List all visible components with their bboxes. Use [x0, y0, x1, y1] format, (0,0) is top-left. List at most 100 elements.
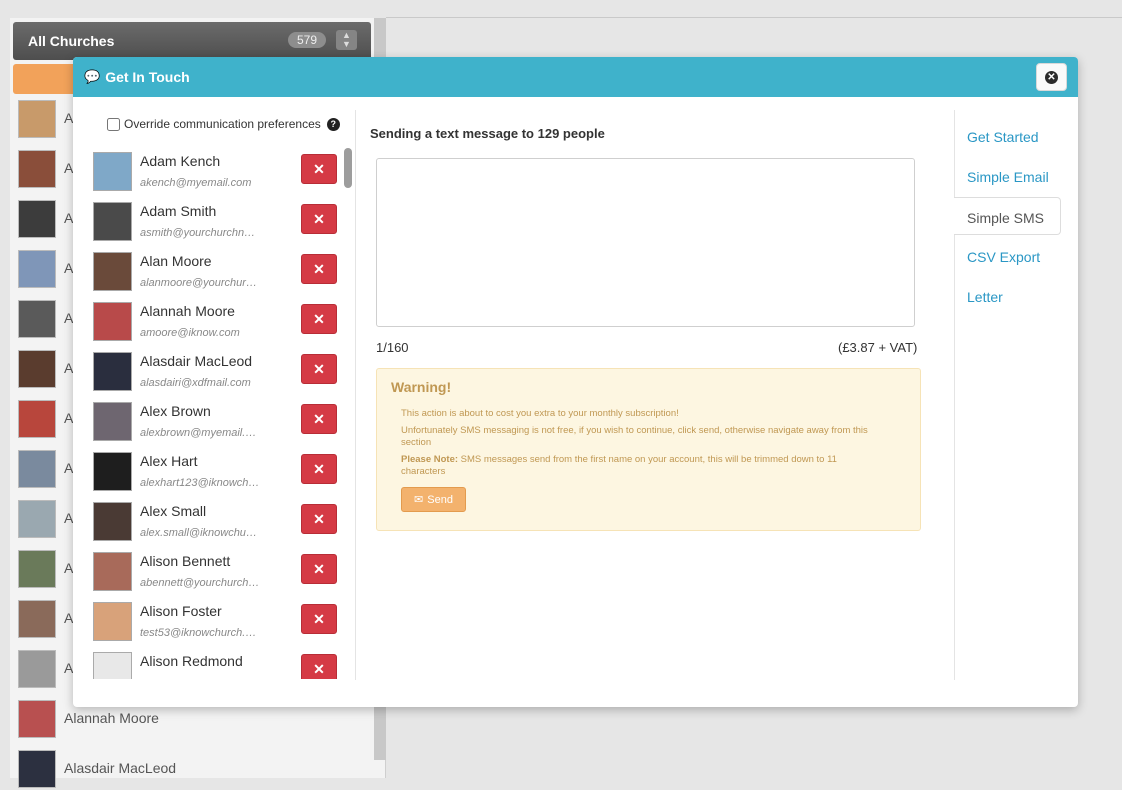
- remove-recipient-button[interactable]: ✕: [301, 204, 337, 234]
- avatar: [18, 350, 56, 388]
- church-list-name: A: [64, 410, 74, 426]
- warning-title: Warning!: [391, 379, 452, 395]
- recipient-name: Adam Kench: [140, 153, 221, 169]
- recipient-email: alasdairi@xdfmail.com: [140, 377, 251, 389]
- override-checkbox[interactable]: [107, 117, 120, 131]
- recipient-name: Alison Foster: [140, 603, 222, 619]
- recipient-list[interactable]: Adam Kench akench@myemail.com ✕ Adam Smith a…: [73, 147, 355, 679]
- recipient-email: test53@iknowchurch.com: [140, 627, 260, 639]
- nav-get-started[interactable]: Get Started: [954, 117, 1061, 155]
- recipient-name: Alex Hart: [140, 453, 198, 469]
- recipient-name: Alex Brown: [140, 403, 211, 419]
- church-list-name: A: [64, 560, 74, 576]
- church-list-name: A: [64, 510, 74, 526]
- get-in-touch-modal: 💬 Get In Touch ✕ Override communication …: [73, 57, 1078, 707]
- warning-box: Warning! This action is about to cost yo…: [376, 368, 921, 531]
- override-preferences[interactable]: Override communication preferences ?: [107, 117, 340, 131]
- avatar: [93, 452, 132, 491]
- send-button[interactable]: ✉ Send: [401, 487, 466, 512]
- remove-recipient-button[interactable]: ✕: [301, 304, 337, 334]
- avatar: [93, 202, 132, 241]
- church-list-name: A: [64, 210, 74, 226]
- avatar: [18, 650, 56, 688]
- chat-bubble-icon: 💬: [84, 69, 101, 84]
- remove-recipient-button[interactable]: ✕: [301, 504, 337, 534]
- recipient-list-scrollbar[interactable]: [344, 148, 352, 188]
- avatar: [18, 150, 56, 188]
- avatar: [93, 552, 132, 591]
- church-list-name: A: [64, 160, 74, 176]
- recipient-name: Alison Redmond: [140, 653, 243, 669]
- avatar: [93, 352, 132, 391]
- churches-count-badge: 579: [288, 32, 327, 48]
- avatar: [93, 602, 132, 641]
- warning-note-label: Please Note:: [401, 454, 459, 465]
- remove-recipient-button[interactable]: ✕: [301, 354, 337, 384]
- recipient-name: Alan Moore: [140, 253, 212, 269]
- warning-note-text: SMS messages send from the first name on…: [401, 454, 837, 477]
- remove-recipient-button[interactable]: ✕: [301, 554, 337, 584]
- send-label: Send: [427, 493, 453, 506]
- recipient-email: alexbrown@myemail.com: [140, 427, 260, 439]
- nav-simple-email[interactable]: Simple Email: [954, 157, 1061, 195]
- avatar: [18, 600, 56, 638]
- church-list-name: Alasdair MacLeod: [64, 760, 177, 776]
- church-list-item[interactable]: Alasdair MacLeod: [18, 750, 368, 790]
- avatar: [93, 152, 132, 191]
- warning-line-1: This action is about to cost you extra t…: [401, 408, 679, 419]
- avatar: [18, 700, 56, 738]
- modal-title: 💬 Get In Touch: [84, 69, 190, 85]
- recipient-email: alexhart123@iknowchurch.com: [140, 477, 260, 489]
- churches-header[interactable]: All Churches 579 ▲ ▼: [13, 22, 371, 60]
- nav-simple-sms[interactable]: Simple SMS: [954, 197, 1061, 235]
- remove-recipient-button[interactable]: ✕: [301, 604, 337, 634]
- modal-header: 💬 Get In Touch ✕: [73, 57, 1078, 97]
- warning-line-2: Unfortunately SMS messaging is not free,…: [401, 425, 868, 448]
- nav-divider: [954, 110, 955, 680]
- character-counter: 1/160: [376, 340, 409, 355]
- avatar: [93, 302, 132, 341]
- remove-recipient-button[interactable]: ✕: [301, 154, 337, 184]
- avatar: [18, 300, 56, 338]
- recipient-email: abennett@yourchurch.com: [140, 577, 260, 589]
- recipient-email: akench@myemail.com: [140, 177, 252, 189]
- avatar: [18, 450, 56, 488]
- recipient-item: Alan Moore alanmoore@yourchurch.com ✕: [93, 247, 343, 297]
- envelope-icon: ✉: [414, 494, 424, 506]
- recipient-item: Alison Foster test53@iknowchurch.com ✕: [93, 597, 343, 647]
- recipient-name: Alannah Moore: [140, 303, 235, 319]
- avatar: [18, 100, 56, 138]
- avatar: [93, 402, 132, 441]
- church-list-name: A: [64, 310, 74, 326]
- warning-note: Please Note: SMS messages send from the …: [401, 454, 881, 478]
- recipient-email: alanmoore@yourchurch.com: [140, 277, 260, 289]
- close-icon: ✕: [1045, 70, 1058, 84]
- sms-cost: (£3.87 + VAT): [838, 340, 918, 355]
- sms-message-input[interactable]: [376, 158, 915, 327]
- recipient-item: Adam Smith asmith@yourchurchname.com ✕: [93, 197, 343, 247]
- avatar: [93, 252, 132, 291]
- question-icon[interactable]: ?: [326, 117, 340, 131]
- close-button[interactable]: ✕: [1036, 63, 1067, 91]
- avatar: [93, 652, 132, 679]
- church-list-name: Alannah Moore: [64, 710, 159, 726]
- nav-letter[interactable]: Letter: [954, 277, 1061, 315]
- church-list-name: A: [64, 610, 74, 626]
- churches-title: All Churches: [28, 33, 115, 49]
- church-list-name: A: [64, 260, 74, 276]
- avatar: [18, 200, 56, 238]
- avatar: [18, 750, 56, 788]
- sort-icon[interactable]: ▲ ▼: [336, 30, 357, 50]
- remove-recipient-button[interactable]: ✕: [301, 254, 337, 284]
- remove-recipient-button[interactable]: ✕: [301, 404, 337, 434]
- avatar: [18, 550, 56, 588]
- remove-recipient-button[interactable]: ✕: [301, 654, 337, 679]
- nav-csv-export[interactable]: CSV Export: [954, 237, 1061, 275]
- remove-recipient-button[interactable]: ✕: [301, 454, 337, 484]
- recipient-item: Alex Hart alexhart123@iknowchurch.com ✕: [93, 447, 343, 497]
- recipient-item: Alasdair MacLeod alasdairi@xdfmail.com ✕: [93, 347, 343, 397]
- recipient-name: Alex Small: [140, 503, 207, 519]
- church-list-name: A: [64, 660, 74, 676]
- recipient-item: Alison Bennett abennett@yourchurch.com ✕: [93, 547, 343, 597]
- recipient-email: amoore@iknow.com: [140, 327, 240, 339]
